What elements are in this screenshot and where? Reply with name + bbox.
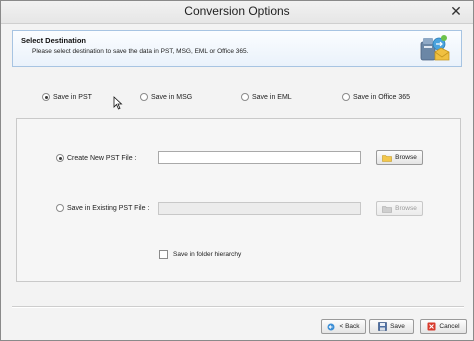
footer-divider <box>12 306 464 308</box>
destination-options: Save in PST Save in MSG Save in EML Save… <box>1 93 474 107</box>
cancel-button[interactable]: Cancel <box>420 319 467 334</box>
cancel-icon <box>427 322 436 331</box>
radio-label: Save in EML <box>252 93 292 101</box>
save-label: Save <box>390 323 405 330</box>
conversion-options-dialog: Conversion Options ✕ Select Destination … <box>0 0 474 341</box>
radio-create-new-pst[interactable]: Create New PST File : <box>56 154 137 162</box>
radio-label: Save in PST <box>53 93 92 101</box>
folder-hierarchy-checkbox[interactable]: Save in folder hierarchy <box>159 250 241 259</box>
radio-indicator <box>56 204 64 212</box>
new-pst-path-input[interactable] <box>158 151 361 164</box>
title-bar: Conversion Options ✕ <box>1 1 473 24</box>
mouse-cursor-icon <box>113 96 123 110</box>
folder-icon <box>382 205 392 213</box>
checkbox-label: Save in folder hierarchy <box>173 251 242 258</box>
radio-label: Save in Existing PST File : <box>67 204 150 212</box>
back-button[interactable]: < Back <box>321 319 366 334</box>
folder-icon <box>382 154 392 162</box>
cancel-label: Cancel <box>439 323 460 330</box>
radio-save-eml[interactable]: Save in EML <box>241 93 292 101</box>
radio-indicator <box>241 93 249 101</box>
back-label: < Back <box>339 323 360 330</box>
radio-indicator <box>56 154 64 162</box>
window-title: Conversion Options <box>184 4 290 18</box>
close-button[interactable]: ✕ <box>447 4 465 19</box>
browse-label: Browse <box>395 205 417 212</box>
radio-indicator <box>342 93 350 101</box>
radio-label: Save in MSG <box>151 93 193 101</box>
browse-new-pst-button[interactable]: Browse <box>376 150 423 165</box>
checkbox-indicator <box>159 250 168 259</box>
radio-save-msg[interactable]: Save in MSG <box>140 93 192 101</box>
destination-header: Select Destination Please select destina… <box>12 30 462 67</box>
save-button[interactable]: Save <box>369 319 414 334</box>
existing-pst-path-input[interactable] <box>158 202 361 215</box>
browse-existing-pst-button[interactable]: Browse <box>376 201 423 216</box>
browse-label: Browse <box>395 154 417 161</box>
radio-indicator <box>140 93 148 101</box>
radio-label: Save in Office 365 <box>353 93 411 101</box>
radio-save-office365[interactable]: Save in Office 365 <box>342 93 410 101</box>
back-arrow-icon <box>327 323 335 330</box>
radio-indicator <box>42 93 50 101</box>
header-title: Select Destination <box>21 36 87 45</box>
mailbox-export-icon <box>420 35 450 61</box>
radio-existing-pst[interactable]: Save in Existing PST File : <box>56 204 149 212</box>
radio-label: Create New PST File : <box>67 154 137 162</box>
floppy-disk-icon <box>378 322 387 331</box>
radio-save-pst[interactable]: Save in PST <box>42 93 92 101</box>
header-subtitle: Please select destination to save the da… <box>32 48 249 55</box>
